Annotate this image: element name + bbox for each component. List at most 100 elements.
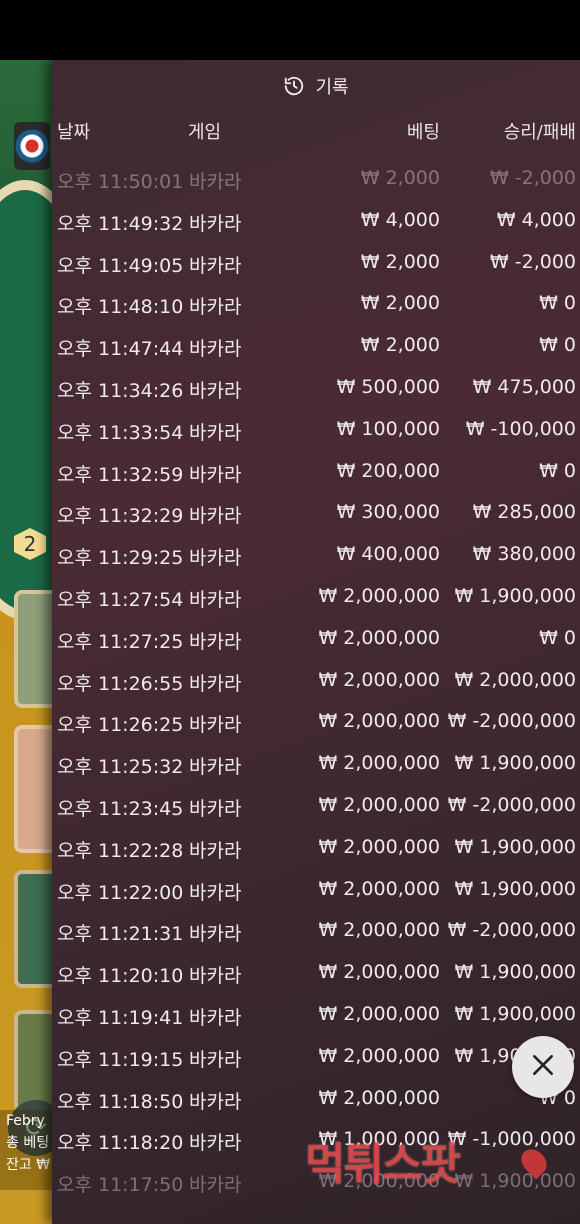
history-row[interactable]: 오후 11:49:05 바카라 ₩ 2,000 ₩ -2,000 xyxy=(52,241,580,283)
row-game: 바카라 xyxy=(189,338,242,361)
history-row[interactable]: 오후 11:20:10 바카라 ₩ 2,000,000 ₩ 1,900,000 xyxy=(52,951,580,993)
row-time: 오후 11:18:20 xyxy=(57,1132,184,1155)
row-time: 오후 11:22:00 xyxy=(57,881,184,904)
row-game: 바카라 xyxy=(189,296,242,319)
history-row[interactable]: 오후 11:49:32 바카라 ₩ 4,000 ₩ 4,000 xyxy=(52,199,580,241)
row-time: 오후 11:26:25 xyxy=(57,714,184,737)
row-game: 바카라 xyxy=(189,630,242,653)
history-row[interactable]: 오후 11:23:45 바카라 ₩ 2,000,000 ₩ -2,000,000 xyxy=(52,784,580,826)
row-winloss: ₩ 0 xyxy=(539,459,576,482)
history-row[interactable]: 오후 11:32:29 바카라 ₩ 300,000 ₩ 285,000 xyxy=(52,491,580,533)
history-row[interactable]: 오후 11:47:44 바카라 ₩ 2,000 ₩ 0 xyxy=(52,324,580,366)
history-row[interactable]: 오후 11:22:00 바카라 ₩ 2,000,000 ₩ 1,900,000 xyxy=(52,868,580,910)
row-game: 바카라 xyxy=(189,714,242,737)
close-button[interactable] xyxy=(512,1036,574,1098)
row-time: 오후 11:29:25 xyxy=(57,547,184,570)
row-bet: ₩ 2,000 xyxy=(360,167,440,189)
row-game: 바카라 xyxy=(189,923,242,946)
history-list[interactable]: 오후 11:50:01 바카라 ₩ 2,000 ₩ -2,000 오후 11:49:32… xyxy=(52,157,580,1202)
row-time: 오후 11:19:15 xyxy=(57,1048,184,1071)
row-time: 오후 11:32:29 xyxy=(57,505,184,528)
row-bet: ₩ 2,000,000 xyxy=(318,1044,440,1067)
row-bet: ₩ 2,000,000 xyxy=(318,793,440,816)
row-winloss: ₩ 1,900,000 xyxy=(454,835,576,858)
history-row[interactable]: 오후 11:26:55 바카라 ₩ 2,000,000 ₩ 2,000,000 xyxy=(52,659,580,701)
row-game: 바카라 xyxy=(189,171,242,193)
history-row[interactable]: 오후 11:19:41 바카라 ₩ 2,000,000 ₩ 1,900,000 xyxy=(52,993,580,1035)
row-time: 오후 11:27:25 xyxy=(57,630,184,653)
row-game: 바카라 xyxy=(189,1174,242,1197)
row-bet: ₩ 4,000 xyxy=(360,208,440,231)
row-game: 바카라 xyxy=(189,756,242,779)
row-game: 바카라 xyxy=(189,1132,242,1155)
row-time: 오후 11:48:10 xyxy=(57,296,184,319)
history-row[interactable]: 오후 11:21:31 바카라 ₩ 2,000,000 ₩ -2,000,000 xyxy=(52,909,580,951)
row-winloss: ₩ -2,000 xyxy=(489,167,576,189)
history-row[interactable]: 오후 11:33:54 바카라 ₩ 100,000 ₩ -100,000 xyxy=(52,408,580,450)
row-game: 바카라 xyxy=(189,1006,242,1029)
history-row[interactable]: 오후 11:27:25 바카라 ₩ 2,000,000 ₩ 0 xyxy=(52,617,580,659)
history-row[interactable]: 오후 11:34:26 바카라 ₩ 500,000 ₩ 475,000 xyxy=(52,366,580,408)
row-bet: ₩ 1,000,000 xyxy=(318,1128,440,1151)
row-winloss: ₩ 0 xyxy=(539,334,576,357)
row-bet: ₩ 500,000 xyxy=(336,375,440,398)
history-row[interactable]: 오후 11:17:50 바카라 ₩ 2,000,000 ₩ 1,900,000 xyxy=(52,1160,580,1202)
row-winloss: ₩ -2,000 xyxy=(489,250,576,273)
row-bet: ₩ 2,000,000 xyxy=(318,919,440,942)
row-winloss: ₩ -100,000 xyxy=(465,417,576,440)
row-game: 바카라 xyxy=(189,1048,242,1071)
history-row[interactable]: 오후 11:25:32 바카라 ₩ 2,000,000 ₩ 1,900,000 xyxy=(52,742,580,784)
row-time: 오후 11:49:32 xyxy=(57,212,184,235)
row-time: 오후 11:27:54 xyxy=(57,588,184,611)
history-row[interactable]: 오후 11:19:15바카라₩ 2,000,000₩ 1,900,000 xyxy=(52,1035,580,1077)
row-time: 오후 11:34:26 xyxy=(57,379,184,402)
history-row[interactable]: 오후 11:18:50 바카라 ₩ 2,000,000 ₩ 0 xyxy=(52,1077,580,1119)
row-time: 오후 11:25:32 xyxy=(57,756,184,779)
row-winloss: ₩ 1,900,000 xyxy=(454,961,576,984)
row-time: 오후 11:26:55 xyxy=(57,672,184,695)
row-bet: ₩ 200,000 xyxy=(336,459,440,482)
row-winloss: ₩ 475,000 xyxy=(472,375,576,398)
panel-title: 기록 xyxy=(315,77,349,98)
row-bet: ₩ 2,000,000 xyxy=(318,961,440,984)
row-time: 오후 11:18:50 xyxy=(57,1090,184,1113)
row-winloss: ₩ 2,000,000 xyxy=(454,668,576,691)
history-row[interactable]: 오후 11:29:25 바카라 ₩ 400,000 ₩ 380,000 xyxy=(52,533,580,575)
row-game: 바카라 xyxy=(189,379,242,402)
row-bet: ₩ 2,000,000 xyxy=(318,1086,440,1109)
history-row[interactable]: 오후 11:50:01 바카라 ₩ 2,000 ₩ -2,000 xyxy=(52,157,580,199)
row-bet: ₩ 2,000,000 xyxy=(318,584,440,607)
row-bet: ₩ 2,000,000 xyxy=(318,710,440,733)
row-winloss: ₩ 0 xyxy=(539,626,576,649)
history-row[interactable]: 오후 11:18:20 바카라 ₩ 1,000,000 ₩ -1,000,000 xyxy=(52,1118,580,1160)
row-time: 오후 11:50:01 xyxy=(57,171,184,193)
row-bet: ₩ 2,000,000 xyxy=(318,752,440,775)
panel-header: 기록 xyxy=(52,60,580,112)
row-game: 바카라 xyxy=(189,463,242,486)
history-row[interactable]: 오후 11:32:59 바카라 ₩ 200,000 ₩ 0 xyxy=(52,450,580,492)
row-time: 오후 11:22:28 xyxy=(57,839,184,862)
row-bet: ₩ 2,000,000 xyxy=(318,835,440,858)
row-bet: ₩ 2,000,000 xyxy=(318,668,440,691)
history-row[interactable]: 오후 11:22:28 바카라 ₩ 2,000,000 ₩ 1,900,000 xyxy=(52,826,580,868)
row-game: 바카라 xyxy=(189,212,242,235)
history-row[interactable]: 오후 11:48:10 바카라 ₩ 2,000 ₩ 0 xyxy=(52,282,580,324)
row-game: 바카라 xyxy=(189,839,242,862)
row-game: 바카라 xyxy=(189,505,242,528)
column-header-row: 날짜 게임 베팅 승리/패배 xyxy=(52,112,580,152)
row-winloss: ₩ -1,000,000 xyxy=(447,1128,576,1151)
history-row[interactable]: 오후 11:26:25 바카라 ₩ 2,000,000 ₩ -2,000,000 xyxy=(52,700,580,742)
row-winloss: ₩ -2,000,000 xyxy=(447,710,576,733)
row-game: 바카라 xyxy=(189,588,242,611)
row-time: 오후 11:19:41 xyxy=(57,1006,184,1029)
history-row[interactable]: 오후 11:27:54 바카라 ₩ 2,000,000 ₩ 1,900,000 xyxy=(52,575,580,617)
column-date: 날짜 xyxy=(57,122,91,143)
status-bar xyxy=(0,0,580,60)
row-game: 바카라 xyxy=(189,254,242,277)
row-bet: ₩ 2,000 xyxy=(360,292,440,315)
row-game: 바카라 xyxy=(189,421,242,444)
row-winloss: ₩ 4,000 xyxy=(496,208,576,231)
target-icon xyxy=(14,122,50,170)
row-bet: ₩ 300,000 xyxy=(336,501,440,524)
row-bet: ₩ 100,000 xyxy=(336,417,440,440)
